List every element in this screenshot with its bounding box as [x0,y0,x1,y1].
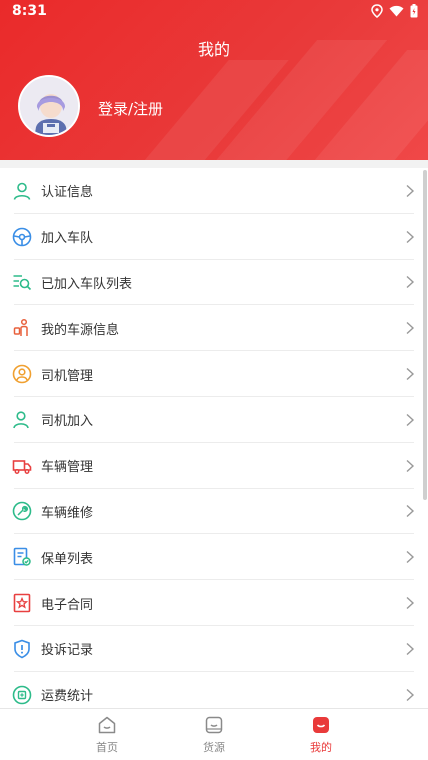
chevron-right-icon [406,322,415,335]
home-icon [98,716,116,734]
menu-item-vehicle-source[interactable]: 我的车源信息 [0,305,428,352]
menu-item-certification[interactable]: 认证信息 [0,168,428,214]
vehicle-info-icon [13,319,28,337]
bottom-tab-bar: 首页 货源 我的 [0,708,428,760]
menu-item-driver-join[interactable]: 司机加入 [0,397,428,443]
mine-icon [313,717,329,733]
menu-item-complaints[interactable]: 投诉记录 [0,626,428,672]
chevron-right-icon [406,642,415,655]
menu-item-label: 保单列表 [41,551,94,567]
steering-wheel-icon [12,227,32,246]
default-avatar-icon [20,77,78,135]
menu-item-policy-list[interactable]: 保单列表 [0,534,428,581]
wrench-icon [12,502,32,521]
chevron-right-icon [406,459,415,472]
menu-item-label: 车辆管理 [41,460,94,476]
menu-item-e-contract[interactable]: 电子合同 [0,580,428,626]
chevron-right-icon [406,276,415,289]
tab-label: 我的 [310,741,332,754]
chevron-right-icon [406,413,415,426]
contract-icon [13,593,31,613]
chevron-right-icon [406,597,415,610]
section-gap [0,160,428,168]
menu-item-label: 司机加入 [41,414,94,430]
policy-list-icon [13,547,31,567]
menu-item-vehicle-repair[interactable]: 车辆维修 [0,489,428,535]
login-register-link[interactable]: 登录/注册 [98,98,163,119]
scrollbar[interactable] [423,170,427,500]
menu-item-label: 投诉记录 [41,643,94,659]
list-search-icon [13,275,32,291]
menu-item-label: 运费统计 [41,689,94,705]
menu-item-label: 加入车队 [41,231,94,247]
avatar[interactable] [18,75,80,137]
status-time: 8:31 [12,3,47,19]
chevron-right-icon [406,505,415,518]
chevron-right-icon [406,688,415,701]
page-title: 我的 [197,40,230,59]
chevron-right-icon [406,551,415,564]
menu-item-vehicle-management[interactable]: 车辆管理 [0,443,428,489]
tab-label: 首页 [96,741,118,754]
chevron-right-icon [406,230,415,243]
tab-home[interactable]: 首页 [77,715,137,755]
complaint-shield-icon [14,639,30,659]
battery-icon [410,4,418,18]
tab-label: 货源 [203,741,225,754]
menu-item-label: 我的车源信息 [41,322,120,338]
tab-goods-source[interactable]: 货源 [184,715,244,755]
menu-item-label: 已加入车队列表 [41,276,133,292]
wifi-icon [389,5,404,17]
menu-item-label: 车辆维修 [41,505,94,521]
status-bar: 8:31 [0,0,428,24]
location-icon [371,4,383,18]
menu-item-label: 电子合同 [41,597,94,613]
menu-item-label: 认证信息 [41,185,94,201]
menu-item-join-fleet[interactable]: 加入车队 [0,214,428,260]
goods-source-icon [205,716,223,734]
chevron-right-icon [406,184,415,197]
menu-item-driver-management[interactable]: 司机管理 [0,351,428,397]
driver-join-icon [13,411,29,429]
freight-stats-icon [12,685,32,704]
tab-mine[interactable]: 我的 [291,715,351,755]
user-verify-icon [13,182,31,200]
menu-item-label: 司机管理 [41,368,94,384]
driver-manage-icon [12,364,32,384]
chevron-right-icon [406,368,415,381]
menu-item-freight-stats[interactable]: 运费统计 [0,672,428,708]
status-icons [371,4,418,18]
truck-icon [12,459,32,474]
menu-item-joined-fleets[interactable]: 已加入车队列表 [0,260,428,306]
profile-header: 8:31 我的 登录/注册 [0,0,428,160]
profile-menu: 认证信息 加入车队 已加入车队列表 我的车源信息 司机管理 司机加入 车辆管理 … [0,168,428,708]
